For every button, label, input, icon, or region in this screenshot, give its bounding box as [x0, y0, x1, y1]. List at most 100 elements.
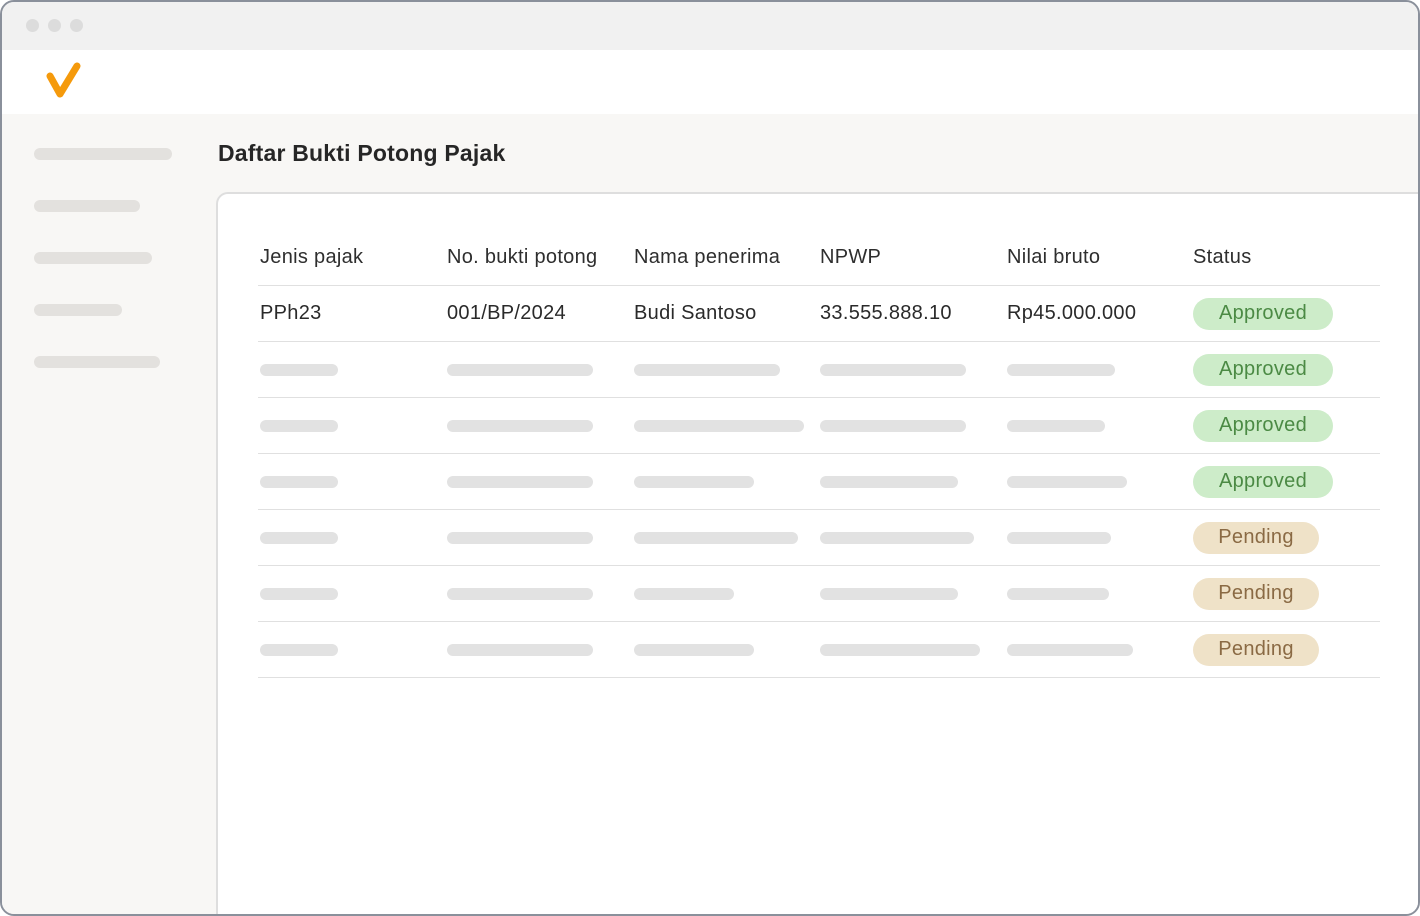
text-placeholder [1007, 419, 1105, 432]
status-badge: Pending [1193, 633, 1319, 666]
table-row[interactable]: Approved [258, 398, 1380, 454]
sidebar-item-placeholder[interactable] [34, 356, 160, 368]
status-badge: Approved [1193, 297, 1333, 330]
cell-placeholder [1007, 622, 1133, 677]
cell-placeholder [1007, 510, 1111, 565]
window-maximize-dot[interactable] [70, 19, 83, 32]
status-badge: Approved [1193, 409, 1333, 442]
cell-placeholder [634, 454, 754, 509]
cell-status: Approved [1193, 398, 1333, 453]
text-placeholder [634, 419, 804, 432]
cell-placeholder [260, 398, 338, 453]
text-placeholder [447, 587, 593, 600]
cell-placeholder [447, 398, 593, 453]
status-badge: Pending [1193, 577, 1319, 610]
page-title: Daftar Bukti Potong Pajak [218, 140, 506, 166]
text-placeholder [1007, 475, 1127, 488]
tax-slip-table: Jenis pajak No. bukti potong Nama peneri… [258, 230, 1380, 678]
cell-placeholder [447, 454, 593, 509]
text-placeholder [820, 363, 966, 376]
text-placeholder [634, 531, 798, 544]
text-placeholder [1007, 531, 1111, 544]
sidebar-item-placeholder[interactable] [34, 200, 140, 212]
cell-placeholder [820, 398, 966, 453]
browser-window: Daftar Bukti Potong Pajak Jenis pajak No… [0, 0, 1420, 916]
sidebar [2, 114, 216, 914]
table-row[interactable]: PPh23 001/BP/2024 Budi Santoso 33.555.88… [258, 286, 1380, 342]
cell-placeholder [1007, 566, 1109, 621]
cell-jenis-pajak: PPh23 [260, 302, 322, 324]
column-header-npwp[interactable]: NPWP [820, 230, 881, 285]
cell-npwp: 33.555.888.10 [820, 302, 952, 324]
window-close-dot[interactable] [26, 19, 39, 32]
text-placeholder [820, 587, 958, 600]
text-placeholder [634, 587, 734, 600]
column-header-nama-penerima[interactable]: Nama penerima [634, 230, 780, 285]
status-badge: Pending [1193, 521, 1319, 554]
cell-placeholder [634, 342, 780, 397]
status-badge: Approved [1193, 465, 1333, 498]
table-row[interactable]: Pending [258, 510, 1380, 566]
text-placeholder [447, 419, 593, 432]
cell-no-bukti-potong: 001/BP/2024 [447, 302, 566, 324]
table-row[interactable]: Pending [258, 622, 1380, 678]
cell-placeholder [634, 566, 734, 621]
cell-placeholder [820, 510, 974, 565]
cell-placeholder [634, 398, 804, 453]
text-placeholder [260, 587, 338, 600]
text-placeholder [260, 475, 338, 488]
text-placeholder [634, 643, 754, 656]
cell-placeholder [1007, 342, 1115, 397]
sidebar-item-placeholder[interactable] [34, 252, 152, 264]
window-minimize-dot[interactable] [48, 19, 61, 32]
cell-nilai-bruto: Rp45.000.000 [1007, 302, 1137, 324]
cell-placeholder [447, 510, 593, 565]
status-badge: Approved [1193, 353, 1333, 386]
sidebar-item-placeholder[interactable] [34, 304, 122, 316]
text-placeholder [260, 419, 338, 432]
text-placeholder [447, 643, 593, 656]
column-header-status[interactable]: Status [1193, 230, 1252, 285]
column-header-nilai-bruto[interactable]: Nilai bruto [1007, 230, 1100, 285]
text-placeholder [1007, 363, 1115, 376]
cell-placeholder [260, 454, 338, 509]
text-placeholder [260, 363, 338, 376]
cell-placeholder [820, 566, 958, 621]
table-header-row: Jenis pajak No. bukti potong Nama peneri… [258, 230, 1380, 286]
cell-placeholder [260, 566, 338, 621]
cell-placeholder [1007, 398, 1105, 453]
cell-nama-penerima: Budi Santoso [634, 302, 757, 324]
text-placeholder [260, 531, 338, 544]
text-placeholder [820, 531, 974, 544]
cell-status: Pending [1193, 622, 1319, 677]
text-placeholder [820, 419, 966, 432]
cell-placeholder [820, 342, 966, 397]
sidebar-item-placeholder[interactable] [34, 148, 172, 160]
column-header-no-bukti-potong[interactable]: No. bukti potong [447, 230, 597, 285]
text-placeholder [820, 475, 958, 488]
text-placeholder [820, 643, 980, 656]
cell-placeholder [260, 622, 338, 677]
cell-placeholder [634, 510, 798, 565]
cell-placeholder [260, 510, 338, 565]
cell-status: Pending [1193, 566, 1319, 621]
cell-placeholder [820, 622, 980, 677]
text-placeholder [634, 363, 780, 376]
content-panel: Jenis pajak No. bukti potong Nama peneri… [216, 192, 1418, 914]
checkmark-logo-icon[interactable] [46, 62, 82, 102]
table-row[interactable]: Pending [258, 566, 1380, 622]
cell-placeholder [1007, 454, 1127, 509]
window-titlebar [2, 2, 1418, 50]
table-row[interactable]: Approved [258, 454, 1380, 510]
cell-placeholder [447, 342, 593, 397]
column-header-jenis-pajak[interactable]: Jenis pajak [260, 230, 363, 285]
cell-status: Approved [1193, 342, 1333, 397]
table-row[interactable]: Approved [258, 342, 1380, 398]
cell-placeholder [260, 342, 338, 397]
cell-placeholder [820, 454, 958, 509]
text-placeholder [447, 531, 593, 544]
cell-status: Approved [1193, 286, 1333, 341]
cell-placeholder [634, 622, 754, 677]
cell-placeholder [447, 622, 593, 677]
text-placeholder [260, 643, 338, 656]
